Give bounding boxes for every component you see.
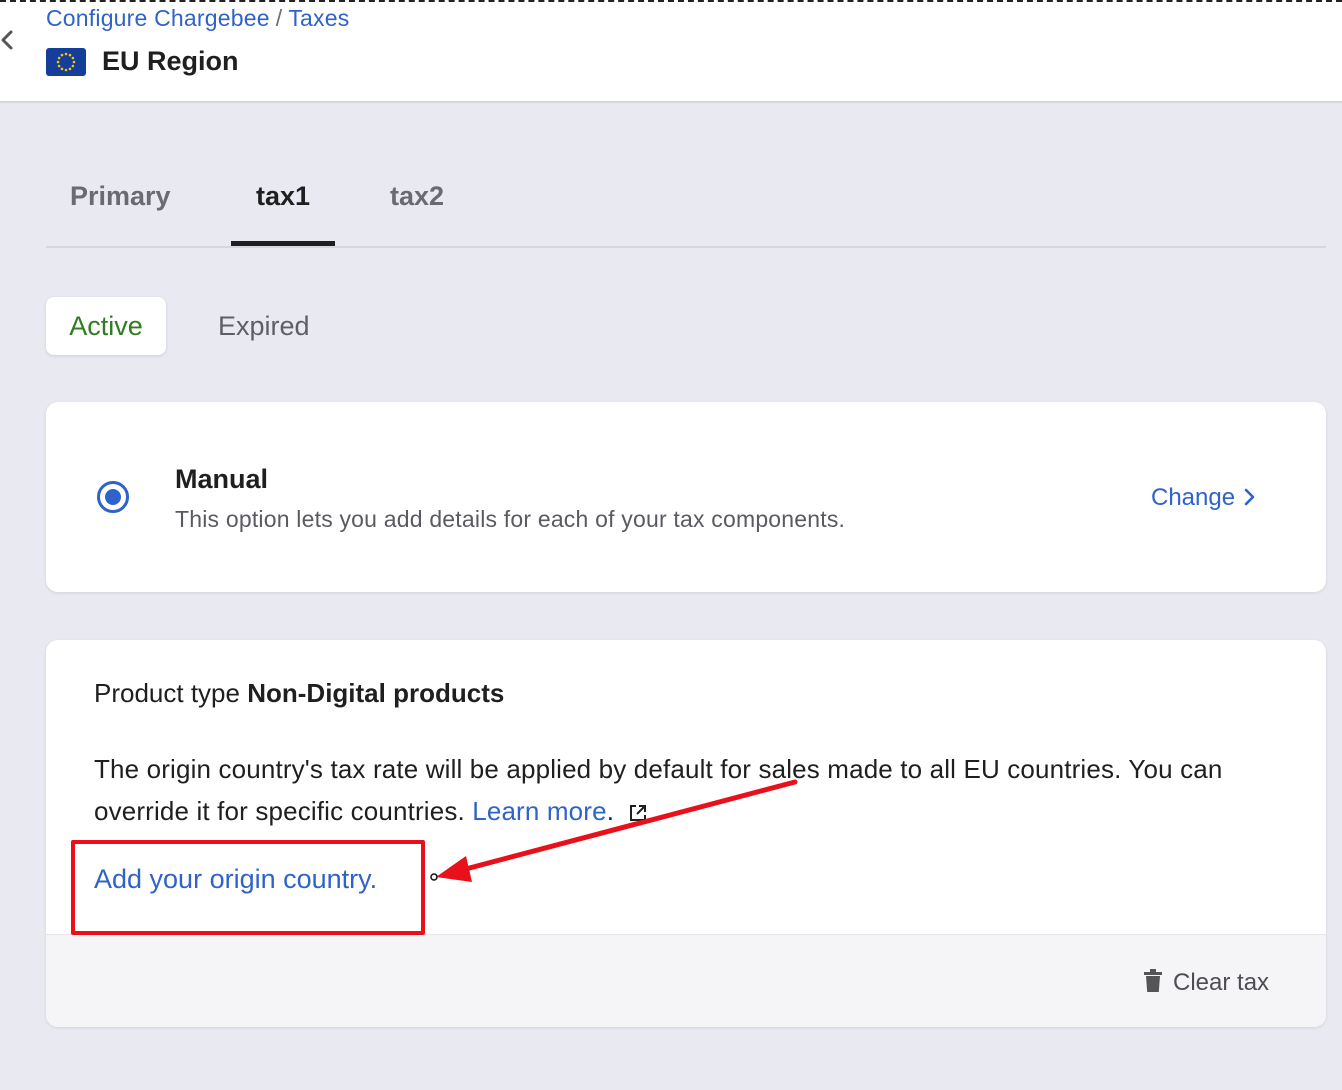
manual-option-card: Manual This option lets you add details … bbox=[46, 402, 1326, 592]
page-title: EU Region bbox=[102, 46, 239, 76]
annotation-highlight-box bbox=[71, 840, 425, 935]
tax-tabs: Primary tax1 tax2 bbox=[46, 163, 1326, 248]
page-header: Configure Chargebee / Taxes EU Region bbox=[0, 0, 1342, 103]
breadcrumb-taxes[interactable]: Taxes bbox=[288, 5, 349, 31]
chevron-right-icon bbox=[1244, 488, 1255, 506]
change-label: Change bbox=[1151, 484, 1236, 511]
product-type-label: Product type bbox=[94, 678, 240, 708]
eu-flag-icon bbox=[46, 48, 86, 76]
manual-description: This option lets you add details for eac… bbox=[175, 506, 846, 532]
tab-tax2[interactable]: tax2 bbox=[390, 181, 444, 212]
filter-expired[interactable]: Expired bbox=[218, 297, 310, 355]
origin-info-body: The origin country's tax rate will be ap… bbox=[94, 754, 1223, 826]
learn-more-link[interactable]: Learn more bbox=[472, 796, 606, 826]
clear-tax-button[interactable]: Clear tax bbox=[1143, 969, 1269, 997]
product-type-heading: Product type Non-Digital products bbox=[94, 678, 504, 709]
breadcrumb: Configure Chargebee / Taxes bbox=[46, 5, 349, 32]
active-tab-indicator bbox=[231, 241, 335, 246]
card-footer: Clear tax bbox=[46, 934, 1326, 1027]
product-type-value: Non-Digital products bbox=[247, 678, 505, 708]
manual-title: Manual bbox=[175, 464, 269, 494]
trash-icon bbox=[1144, 969, 1162, 992]
breadcrumb-configure-chargebee[interactable]: Configure Chargebee bbox=[46, 5, 270, 31]
tab-tax1[interactable]: tax1 bbox=[256, 181, 310, 212]
external-link-icon[interactable] bbox=[628, 803, 648, 823]
tab-primary[interactable]: Primary bbox=[70, 181, 171, 212]
breadcrumb-separator: / bbox=[275, 5, 283, 31]
origin-info-text: The origin country's tax rate will be ap… bbox=[94, 754, 1223, 826]
filter-active[interactable]: Active bbox=[46, 297, 166, 355]
chevron-left-icon[interactable] bbox=[0, 28, 14, 52]
clear-tax-label: Clear tax bbox=[1173, 969, 1270, 996]
change-button[interactable]: Change bbox=[1151, 484, 1255, 512]
manual-radio-button[interactable] bbox=[97, 481, 129, 513]
product-type-card: Product type Non-Digital products The or… bbox=[46, 640, 1326, 1027]
